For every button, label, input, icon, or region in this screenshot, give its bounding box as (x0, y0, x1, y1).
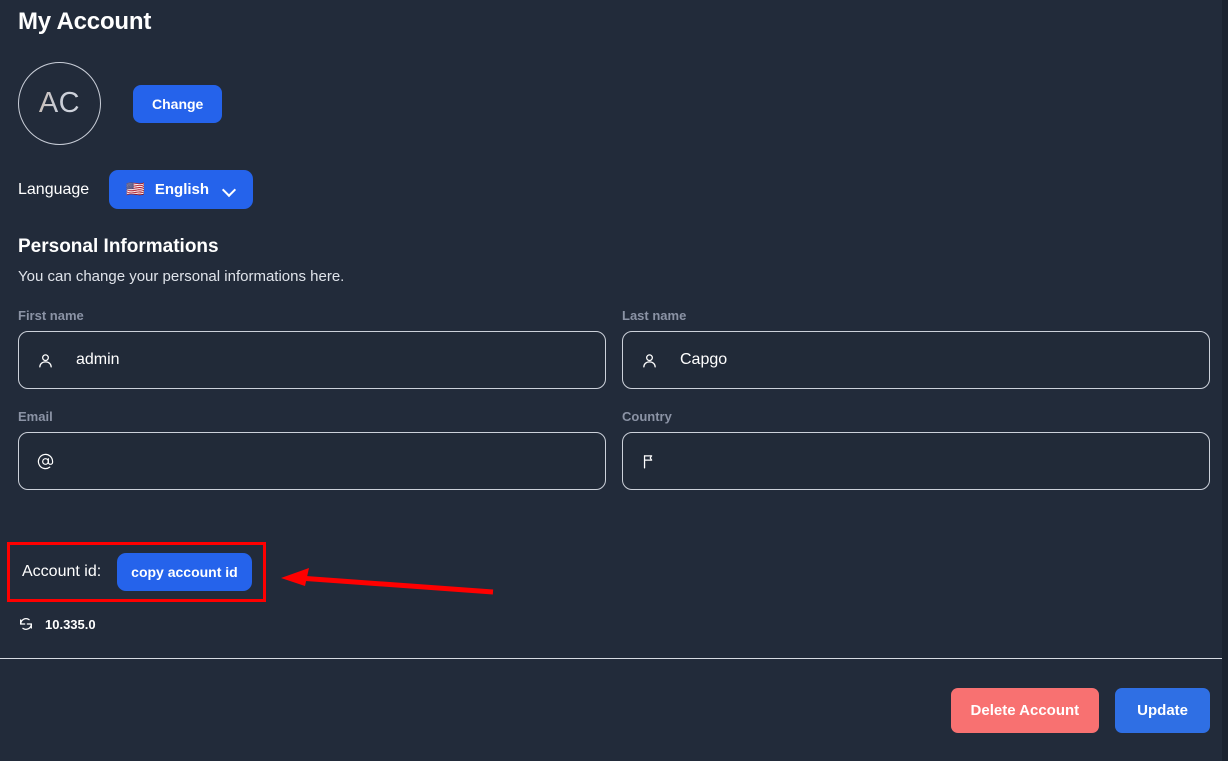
refresh-icon[interactable] (18, 616, 34, 632)
personal-info-form: First name Last name (18, 308, 1210, 490)
last-name-input[interactable] (680, 351, 1191, 369)
account-content: My Account AC Change Language 🇺🇸 English… (0, 0, 1228, 658)
last-name-input-wrap[interactable] (622, 331, 1210, 389)
page-title: My Account (18, 8, 151, 36)
country-input[interactable] (680, 452, 1191, 470)
email-input[interactable] (76, 452, 587, 470)
my-account-page: My Account AC Change Language 🇺🇸 English… (0, 0, 1228, 761)
field-label-first-name: First name (18, 308, 606, 323)
language-label: Language (18, 181, 89, 199)
field-last-name: Last name (622, 308, 1210, 389)
field-label-last-name: Last name (622, 308, 1210, 323)
user-icon (37, 352, 54, 369)
language-row: Language 🇺🇸 English (18, 170, 253, 209)
account-id-highlight: Account id: copy account id (7, 542, 266, 602)
avatar[interactable]: AC (18, 62, 101, 145)
flag-icon (641, 453, 658, 470)
footer-actions: Delete Account Update (0, 658, 1228, 761)
field-label-email: Email (18, 409, 606, 424)
copy-account-id-button[interactable]: copy account id (117, 553, 252, 591)
first-name-input[interactable] (76, 351, 587, 369)
avatar-row: AC Change (18, 62, 222, 145)
user-icon (641, 352, 658, 369)
update-button[interactable]: Update (1115, 688, 1210, 733)
field-country: Country (622, 409, 1210, 490)
email-input-wrap[interactable] (18, 432, 606, 490)
field-label-country: Country (622, 409, 1210, 424)
annotation-arrow (275, 566, 505, 606)
us-flag-icon: 🇺🇸 (126, 182, 145, 197)
version-text: 10.335.0 (45, 617, 96, 632)
first-name-input-wrap[interactable] (18, 331, 606, 389)
scrollbar-track[interactable] (1222, 0, 1228, 761)
version-row: 10.335.0 (18, 616, 96, 632)
account-id-label: Account id: (22, 563, 101, 581)
field-first-name: First name (18, 308, 606, 389)
country-input-wrap[interactable] (622, 432, 1210, 490)
field-email: Email (18, 409, 606, 490)
chevron-down-icon (223, 183, 236, 196)
language-value: English (155, 181, 209, 198)
section-subtitle: You can change your personal information… (18, 268, 344, 285)
delete-account-button[interactable]: Delete Account (951, 688, 1100, 733)
change-avatar-button[interactable]: Change (133, 85, 222, 123)
language-select[interactable]: 🇺🇸 English (109, 170, 253, 209)
at-icon (37, 453, 54, 470)
section-title: Personal Informations (18, 236, 219, 258)
